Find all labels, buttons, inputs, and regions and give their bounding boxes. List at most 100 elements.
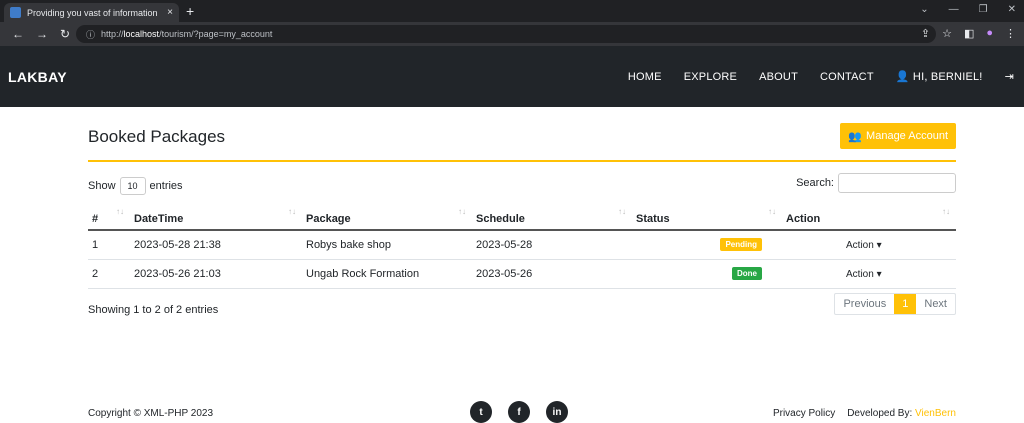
cell-status: Pending [632, 230, 782, 260]
tab-title: Providing you vast of information [27, 7, 158, 18]
pagination: Previous 1 Next [834, 293, 956, 315]
share-icon[interactable]: ⇪ [921, 27, 930, 40]
linkedin-icon[interactable]: in [546, 401, 568, 423]
caret-down-icon: ▾ [876, 268, 882, 280]
action-dropdown[interactable]: Action ▾ [846, 240, 882, 251]
brand-logo[interactable]: LAKBAY [8, 69, 67, 85]
col-status[interactable]: Status ↑↓ [632, 203, 782, 231]
col-num-label: # [92, 213, 99, 225]
tab-close-icon[interactable]: × [167, 7, 173, 18]
cell-datetime: 2023-05-28 21:38 [130, 230, 302, 260]
new-tab-button[interactable]: + [186, 3, 194, 19]
nav-explore[interactable]: EXPLORE [684, 71, 737, 83]
site-favicon-icon [10, 7, 21, 18]
cell-action: Action ▾ [782, 230, 956, 260]
cell-schedule: 2023-05-28 [472, 230, 632, 260]
search-label: Search: [796, 177, 834, 189]
browser-actions: ⇪ ☆ ◧ ● ⋮ [921, 27, 1016, 40]
user-icon: 👤 [895, 71, 910, 83]
nav-user-label: HI, BERNIEL! [912, 71, 983, 83]
nav-home[interactable]: HOME [628, 71, 662, 83]
table-row: 1 2023-05-28 21:38 Robys bake shop 2023-… [88, 230, 956, 260]
cell-num: 2 [88, 259, 130, 289]
status-badge: Done [732, 267, 762, 280]
user-cog-icon: 👥 [848, 130, 863, 143]
show-label: Show [88, 180, 116, 192]
sort-icon: ↑↓ [458, 207, 466, 216]
copyright-text: Copyright © XML-PHP 2023 [88, 408, 214, 419]
title-divider [88, 160, 956, 162]
developer-link[interactable]: VienBern [915, 408, 956, 419]
search-input[interactable] [838, 173, 956, 193]
status-badge: Pending [720, 238, 762, 252]
logout-icon[interactable]: ⇥ [1005, 70, 1014, 83]
cell-schedule: 2023-05-26 [472, 259, 632, 289]
page-title: Booked Packages [88, 127, 226, 146]
sort-icon: ↑↓ [288, 207, 296, 216]
profile-avatar-icon[interactable]: ● [986, 27, 993, 40]
bookings-table: # ↑↓ DateTime ↑↓ Package ↑↓ Schedule ↑↓ Stat… [88, 203, 956, 289]
window-controls: ⌄ — ❐ ✕ [920, 4, 1016, 15]
entries-select[interactable]: 10 [119, 177, 146, 195]
restore-icon[interactable]: ❐ [979, 4, 988, 15]
col-schedule[interactable]: Schedule ↑↓ [472, 203, 632, 231]
twitter-icon[interactable]: t [470, 401, 492, 423]
reload-icon[interactable]: ↻ [60, 27, 70, 41]
menu-dots-icon[interactable]: ⋮ [1005, 27, 1016, 40]
developed-by-label: Developed By: [847, 408, 913, 419]
pagination-next[interactable]: Next [916, 294, 955, 314]
table-info: Showing 1 to 2 of 2 entries [88, 304, 219, 316]
minimize-icon[interactable]: — [949, 4, 959, 15]
nav-about[interactable]: ABOUT [759, 71, 798, 83]
cell-datetime: 2023-05-26 21:03 [130, 259, 302, 289]
col-num[interactable]: # ↑↓ [88, 203, 130, 231]
manage-account-label: Manage Account [866, 130, 948, 142]
sort-icon: ↑↓ [116, 207, 124, 216]
social-links: t f in [470, 401, 568, 423]
url-prefix: http:// [101, 29, 124, 39]
browser-tab-strip: Providing you vast of information × + ⌄ … [0, 0, 1024, 22]
action-dropdown[interactable]: Action ▾ [846, 269, 882, 280]
site-navbar: LAKBAY HOME EXPLORE ABOUT CONTACT 👤 HI, … [0, 46, 1024, 107]
developed-by: Developed By: VienBern [847, 408, 956, 419]
cell-status: Done [632, 259, 782, 289]
tab-search-icon[interactable]: ⌄ [920, 4, 928, 15]
table-row: 2 2023-05-26 21:03 Ungab Rock Formation … [88, 259, 956, 289]
sidepanel-icon[interactable]: ◧ [964, 27, 974, 40]
col-package[interactable]: Package ↑↓ [302, 203, 472, 231]
footer-links: Privacy Policy Developed By: VienBern [773, 408, 956, 419]
close-window-icon[interactable]: ✕ [1008, 4, 1016, 15]
nav-menu: HOME EXPLORE ABOUT CONTACT 👤 HI, BERNIEL… [628, 46, 1014, 107]
nav-contact[interactable]: CONTACT [820, 71, 874, 83]
col-action[interactable]: Action ↑↓ [782, 203, 956, 231]
privacy-policy-link[interactable]: Privacy Policy [773, 408, 835, 419]
sort-icon: ↑↓ [768, 207, 776, 216]
cell-action: Action ▾ [782, 259, 956, 289]
pagination-previous[interactable]: Previous [835, 294, 894, 314]
nav-user[interactable]: 👤 HI, BERNIEL! [896, 70, 983, 83]
col-action-label: Action [786, 213, 821, 225]
action-label: Action [846, 239, 874, 251]
caret-down-icon: ▾ [876, 239, 882, 251]
browser-tab[interactable]: Providing you vast of information × [4, 3, 179, 22]
entries-length: Show 10 entries [88, 177, 183, 195]
action-label: Action [846, 268, 874, 280]
facebook-icon[interactable]: f [508, 401, 530, 423]
forward-icon[interactable]: → [36, 27, 48, 41]
pagination-page-1[interactable]: 1 [894, 294, 917, 314]
col-schedule-label: Schedule [476, 213, 525, 225]
address-bar[interactable]: ⓘ http://localhost/tourism/?page=my_acco… [76, 25, 936, 43]
table-header-row: # ↑↓ DateTime ↑↓ Package ↑↓ Schedule ↑↓ Stat… [88, 203, 956, 231]
entries-label: entries [149, 180, 183, 192]
cell-package: Ungab Rock Formation [302, 259, 472, 289]
back-icon[interactable]: ← [12, 27, 24, 41]
url-host: localhost [123, 29, 160, 39]
manage-account-button[interactable]: 👥 Manage Account [840, 123, 956, 149]
site-info-icon[interactable]: ⓘ [86, 28, 95, 41]
url-path: /tourism/?page=my_account [159, 29, 273, 39]
bookmark-star-icon[interactable]: ☆ [942, 27, 952, 40]
cell-num: 1 [88, 230, 130, 260]
col-datetime[interactable]: DateTime ↑↓ [130, 203, 302, 231]
col-datetime-label: DateTime [134, 213, 184, 225]
col-status-label: Status [636, 213, 670, 225]
